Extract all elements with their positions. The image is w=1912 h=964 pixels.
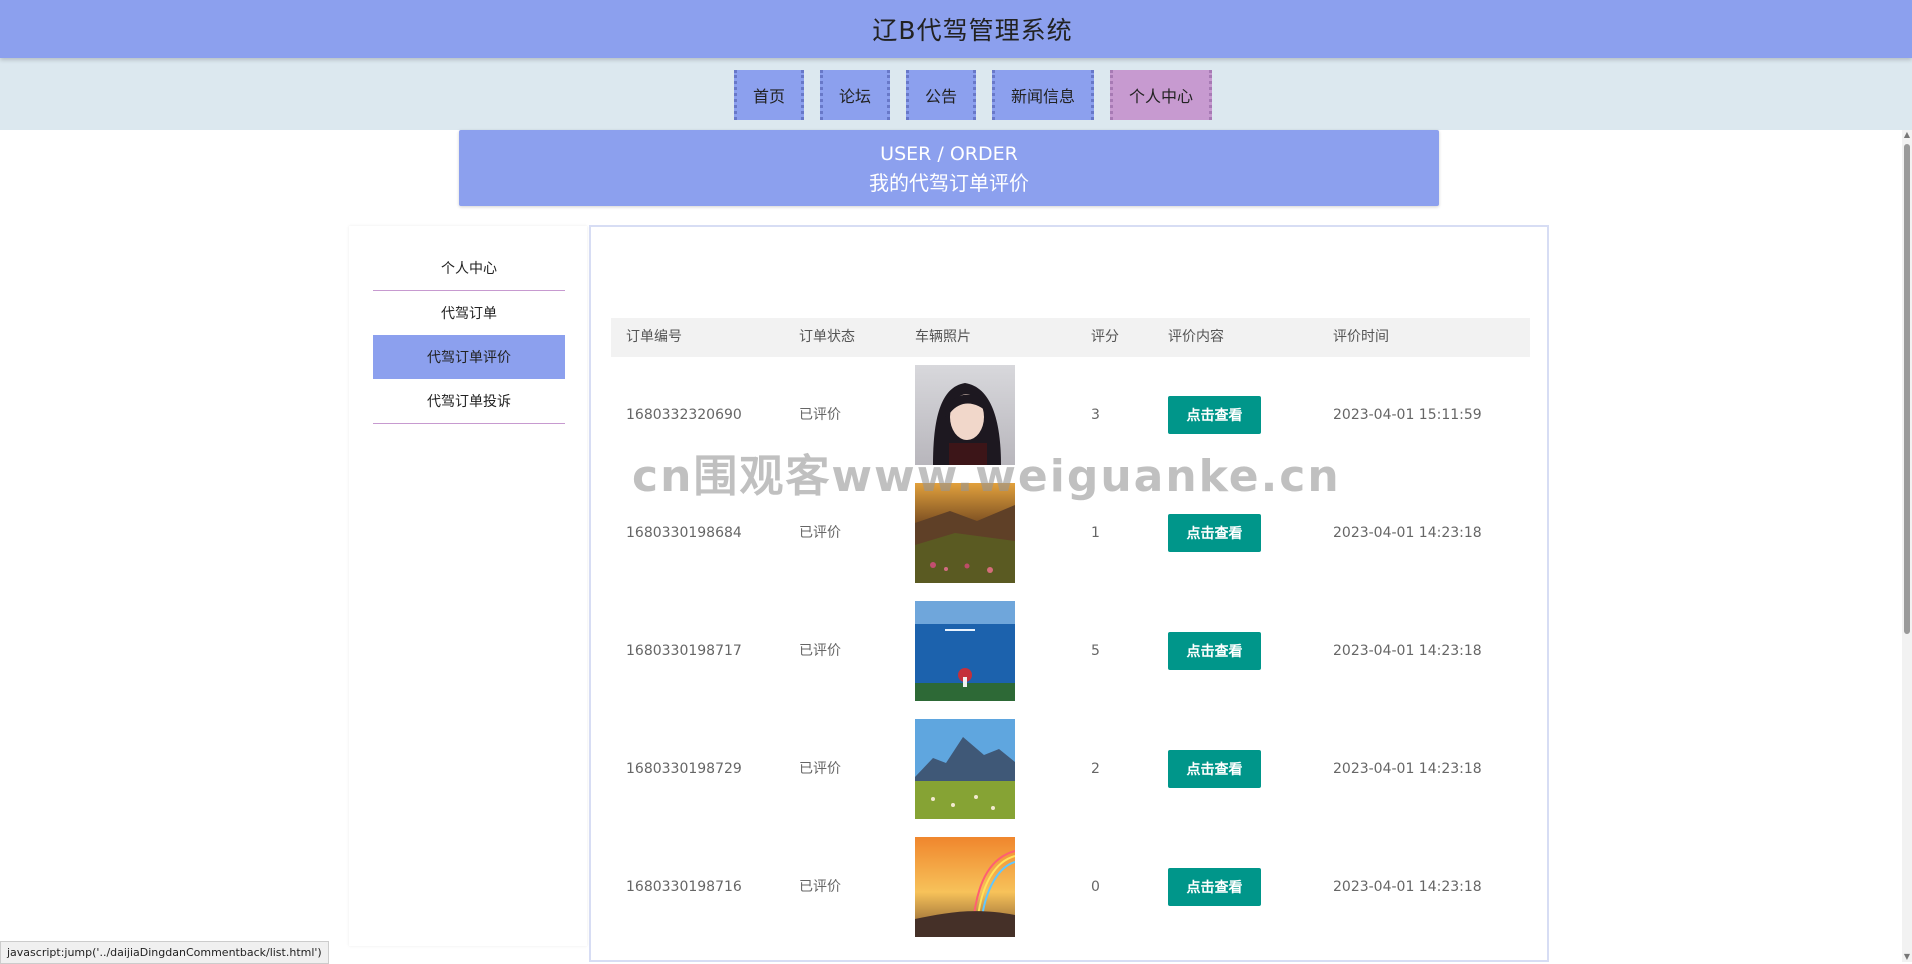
- order-number: 1680330198729: [626, 761, 742, 777]
- content-panel: 订单编号 订单状态 车辆照片 评分 评价内容 评价时间 168033232069…: [589, 225, 1549, 962]
- column-comment-time: 评价时间: [1333, 329, 1389, 345]
- comment-time: 2023-04-01 15:11:59: [1333, 407, 1482, 423]
- view-comment-button[interactable]: 点击查看: [1168, 514, 1261, 552]
- scroll-up-icon[interactable]: ▲: [1902, 130, 1912, 140]
- browser-status-bar: javascript:jump('../daijiaDingdanComment…: [0, 941, 329, 964]
- order-number: 1680330198717: [626, 643, 742, 659]
- sidebar-item-orders[interactable]: 代驾订单: [373, 291, 565, 335]
- column-vehicle-photo: 车辆照片: [915, 329, 971, 345]
- banner-english-title: USER / ORDER: [880, 143, 1018, 165]
- view-comment-button[interactable]: 点击查看: [1168, 868, 1261, 906]
- scroll-down-icon[interactable]: ▼: [1902, 952, 1912, 962]
- order-status: 已评价: [799, 879, 841, 895]
- score: 2: [1091, 761, 1100, 777]
- table-row: 1680330198717 已评价 5 点击查看 2023-04-01 14:2…: [611, 601, 1530, 719]
- order-status: 已评价: [799, 643, 841, 659]
- column-comment: 评价内容: [1168, 329, 1224, 345]
- vehicle-photo: [915, 601, 1015, 701]
- view-comment-button[interactable]: 点击查看: [1168, 750, 1261, 788]
- site-watermark: cn围观客www.weiguanke.cn: [632, 451, 1341, 502]
- score: 0: [1091, 879, 1100, 895]
- score: 5: [1091, 643, 1100, 659]
- view-comment-button[interactable]: 点击查看: [1168, 632, 1261, 670]
- column-order-number: 订单编号: [626, 329, 682, 345]
- main-nav: 首页 论坛 公告 新闻信息 个人中心: [0, 70, 1912, 120]
- view-comment-button[interactable]: 点击查看: [1168, 396, 1261, 434]
- comment-time: 2023-04-01 14:23:18: [1333, 761, 1482, 777]
- top-header-bar: 辽B代驾管理系统: [0, 0, 1912, 58]
- table-row: 1680330198716 已评价 0 点击查看 2023-04-01 14:2…: [611, 837, 1530, 955]
- order-number: 1680330198716: [626, 879, 742, 895]
- column-order-status: 订单状态: [799, 329, 855, 345]
- comment-time: 2023-04-01 14:23:18: [1333, 879, 1482, 895]
- table-row: 1680330198729 已评价 2 点击查看 2023-04-01 14:2…: [611, 719, 1530, 837]
- nav-item-forum[interactable]: 论坛: [819, 70, 890, 120]
- comment-time: 2023-04-01 14:23:18: [1333, 643, 1482, 659]
- table-header: 订单编号 订单状态 车辆照片 评分 评价内容 评价时间: [611, 318, 1530, 357]
- sidebar-item-order-comments[interactable]: 代驾订单评价: [373, 335, 565, 379]
- nav-item-news[interactable]: 新闻信息: [992, 70, 1095, 120]
- nav-item-home[interactable]: 首页: [733, 70, 804, 120]
- banner-chinese-title: 我的代驾订单评价: [869, 171, 1029, 195]
- column-score: 评分: [1091, 329, 1119, 345]
- scroll-thumb[interactable]: [1904, 144, 1910, 634]
- page-scrollbar[interactable]: ▲ ▼: [1902, 130, 1912, 962]
- nav-item-personal-center[interactable]: 个人中心: [1110, 70, 1213, 120]
- comment-time: 2023-04-01 14:23:18: [1333, 525, 1482, 541]
- app-title: 辽B代驾管理系统: [872, 16, 1073, 45]
- page-banner: USER / ORDER 我的代驾订单评价: [459, 130, 1439, 206]
- nav-item-notice[interactable]: 公告: [905, 70, 976, 120]
- vehicle-photo: [915, 719, 1015, 819]
- sidebar-item-order-complaints[interactable]: 代驾订单投诉: [373, 379, 565, 424]
- sidebar: 个人中心 代驾订单 代驾订单评价 代驾订单投诉: [349, 226, 587, 946]
- sidebar-item-personal-center[interactable]: 个人中心: [373, 246, 565, 291]
- order-status: 已评价: [799, 761, 841, 777]
- vehicle-photo: [915, 837, 1015, 937]
